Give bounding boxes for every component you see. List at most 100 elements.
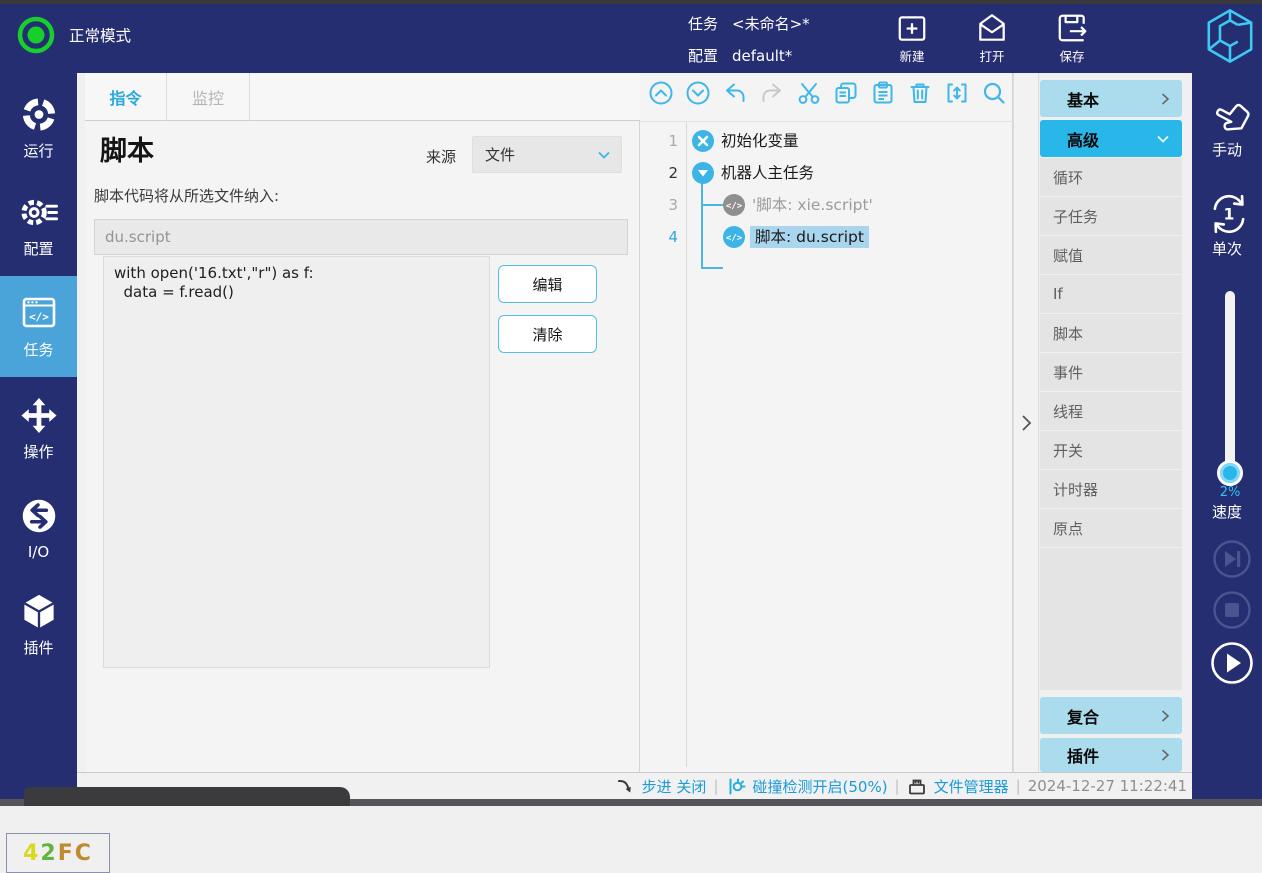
palette-item-event[interactable]: 事件 <box>1040 353 1182 391</box>
save-icon <box>1055 11 1089 45</box>
collision-toggle[interactable]: 碰撞检测开启(50%) <box>753 776 888 797</box>
single-run-button[interactable]: 1 <box>1206 191 1252 241</box>
tab-instruction[interactable]: 指令 <box>85 73 167 121</box>
sidebar-item-config[interactable]: 配置 <box>0 193 77 259</box>
clear-button[interactable]: 清除 <box>498 315 597 353</box>
tab-label: 指令 <box>109 85 141 109</box>
row-number: 1 <box>640 125 678 157</box>
palette-group-label: 基本 <box>1067 87 1099 111</box>
palette-group-advanced[interactable]: 高级 <box>1040 120 1182 157</box>
filename-value: du.script <box>105 228 171 246</box>
palette-item-origin[interactable]: 原点 <box>1040 509 1182 547</box>
collision-icon <box>726 777 746 796</box>
edit-button[interactable]: 编辑 <box>498 265 597 303</box>
single-count: 1 <box>1224 205 1235 224</box>
row-number: 4 <box>640 221 678 253</box>
palette-item-label: 子任务 <box>1053 206 1098 227</box>
palette-item-label: 原点 <box>1053 518 1083 539</box>
tree-row-label: 初始化变量 <box>721 130 799 152</box>
single-label: 单次 <box>1192 238 1262 259</box>
palette-item-label: 事件 <box>1053 362 1083 383</box>
copy-icon[interactable] <box>833 80 859 106</box>
palette-item-assign[interactable]: 赋值 <box>1040 236 1182 274</box>
palette-item-label: If <box>1053 285 1063 303</box>
sidebar-item-task[interactable]: </> 任务 <box>0 276 77 377</box>
script-filename-input[interactable]: du.script <box>94 219 628 255</box>
file-manager-icon <box>907 777 927 796</box>
mode-label: 正常模式 <box>69 24 131 46</box>
palette-filler <box>1040 548 1182 690</box>
palette-item-subtask[interactable]: 子任务 <box>1040 197 1182 235</box>
app-window: 正常模式 任务 <未命名>* 配置 default* 新建 打开 <box>0 0 1262 806</box>
open-task-button[interactable]: 打开 <box>963 11 1021 69</box>
sidebar-item-label: 运行 <box>23 140 53 161</box>
tree-connector <box>701 267 723 269</box>
skip-next-button[interactable] <box>1212 539 1252 579</box>
palette-item-if[interactable]: If <box>1040 275 1182 313</box>
play-button[interactable] <box>1210 641 1254 685</box>
triangle-down-icon <box>692 162 714 184</box>
palette-item-switch[interactable]: 开关 <box>1040 431 1182 469</box>
speed-value: 2% <box>1192 485 1262 500</box>
tree-row-init-vars[interactable]: 1 初始化变量 <box>640 125 1013 157</box>
tree-row-main-task[interactable]: 2 机器人主任务 <box>640 157 1013 189</box>
speed-slider-knob[interactable] <box>1217 460 1243 486</box>
palette-group-label: 插件 <box>1067 743 1099 767</box>
redo-icon[interactable] <box>759 80 785 106</box>
sidebar-item-label: 配置 <box>23 238 53 259</box>
sidebar-item-plugin[interactable]: 插件 <box>0 592 77 658</box>
left-sidebar: 运行 配置 </> 任务 <box>0 73 77 806</box>
paste-icon[interactable] <box>870 80 896 106</box>
move-up-icon[interactable] <box>648 80 674 106</box>
palette-group-label: 高级 <box>1067 127 1099 151</box>
mode-indicator: 正常模式 <box>16 15 131 55</box>
palette-item-timer[interactable]: 计时器 <box>1040 470 1182 508</box>
sidebar-item-run[interactable]: 运行 <box>0 95 77 161</box>
sidebar-item-label: I/O <box>28 543 49 561</box>
sidebar-item-io[interactable]: I/O <box>0 495 77 561</box>
svg-text:</>: </> <box>29 311 49 324</box>
top-bar: 正常模式 任务 <未命名>* 配置 default* 新建 打开 <box>0 0 1262 73</box>
source-select[interactable]: 文件 <box>472 136 622 173</box>
tree-row-script-du[interactable]: 4 </> 脚本: du.script <box>640 221 1013 253</box>
sidebar-item-operate[interactable]: 操作 <box>0 396 77 462</box>
palette-item-thread[interactable]: 线程 <box>1040 392 1182 430</box>
cut-icon[interactable] <box>796 80 822 106</box>
undo-icon[interactable] <box>722 80 748 106</box>
file-manager-button[interactable]: 文件管理器 <box>934 776 1009 797</box>
new-task-button[interactable]: 新建 <box>883 11 941 69</box>
page-title: 脚本 <box>100 129 154 168</box>
separator: | <box>1016 777 1021 795</box>
palette-item-label: 赋值 <box>1053 245 1083 266</box>
tree-row-script-xie[interactable]: 3 </> '脚本: xie.script' <box>640 189 1013 221</box>
search-icon[interactable] <box>981 80 1007 106</box>
palette-group-composite[interactable]: 复合 <box>1040 697 1182 734</box>
tree-row-label-selected: 脚本: du.script <box>750 226 869 248</box>
tab-monitor[interactable]: 监控 <box>167 73 250 121</box>
manual-mode-button[interactable] <box>1206 93 1256 143</box>
run-icon <box>18 95 60 134</box>
insert-icon[interactable] <box>944 80 970 106</box>
badge-digit: 4 <box>23 841 40 866</box>
row-number: 3 <box>640 189 678 221</box>
move-down-icon[interactable] <box>685 80 711 106</box>
speed-slider-track[interactable] <box>1225 291 1235 483</box>
delete-icon[interactable] <box>907 80 933 106</box>
palette-item-script[interactable]: 脚本 <box>1040 314 1182 352</box>
clock-timestamp: 2024-12-27 11:22:41 <box>1028 777 1187 795</box>
play-icon <box>1210 641 1254 685</box>
code-icon: </> <box>723 194 745 216</box>
palette-item-label: 计时器 <box>1053 479 1098 500</box>
script-editor-panel: 指令 监控 脚本 来源 文件 脚本代码将从所选文件纳入: du.script w… <box>85 73 640 772</box>
toolbar-divider <box>640 121 1013 122</box>
panel-collapse-handle[interactable] <box>1013 73 1039 772</box>
palette-group-plugin[interactable]: 插件 <box>1040 738 1182 772</box>
palette-group-basic[interactable]: 基本 <box>1040 80 1182 117</box>
sidebar-item-label: 插件 <box>23 637 53 658</box>
palette-item-label: 线程 <box>1053 401 1083 422</box>
stop-button[interactable] <box>1212 590 1252 630</box>
save-task-button[interactable]: 保存 <box>1043 11 1101 69</box>
palette-item-loop[interactable]: 循环 <box>1040 158 1182 196</box>
step-toggle[interactable]: 步进 关闭 <box>642 776 707 797</box>
badge-digits: FC <box>58 841 93 866</box>
